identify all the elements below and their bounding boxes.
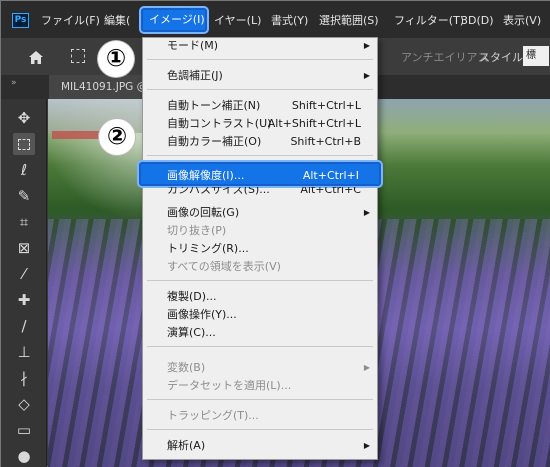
healing-brush-tool-icon[interactable]: ✚ (13, 289, 35, 311)
menu-separator (147, 429, 373, 430)
menu-layer[interactable]: イヤー(L) (214, 10, 261, 32)
menu-item-analysis[interactable]: 解析(A) ▶ (143, 438, 377, 454)
menu-item-crop: 切り抜き(P) (167, 224, 227, 237)
submenu-arrow-icon: ▶ (363, 71, 370, 80)
menu-separator (147, 59, 373, 60)
menu-item-calculations[interactable]: 演算(C)... (143, 325, 377, 341)
menu-item-auto-color[interactable]: 自動カラー補正(O) Shift+Ctrl+B (143, 134, 377, 150)
menu-separator (147, 155, 373, 156)
blur-tool-icon[interactable]: ● (13, 445, 35, 467)
photoshop-window: Ps ファイル(F) 編集( イメージ(I) イヤー(L) 書式(Y) 選択範囲… (0, 0, 550, 467)
menu-item-mode[interactable]: モード(M) ▶ (143, 38, 377, 54)
step-2-callout: ② (99, 119, 135, 155)
step-1-callout: ① (98, 41, 134, 77)
menu-separator (147, 346, 373, 347)
menu-item-auto-contrast[interactable]: 自動コントラスト(U) Alt+Shift+Ctrl+L (143, 116, 377, 132)
frame-tool-icon[interactable]: ⊠ (13, 237, 35, 259)
image-menu-dropdown: モード(M) ▶ 色調補正(J) ▶ 自動トーン補正(N) Shift+Ctrl+L … (139, 37, 381, 460)
antialias-label: アンチエイリアス (401, 51, 489, 64)
menu-item-image-rotation[interactable]: 画像の回転(G) ▶ (143, 205, 377, 221)
submenu-arrow-icon: ▶ (363, 208, 370, 217)
menu-item-apply-image[interactable]: 画像操作(Y)... (143, 307, 377, 323)
history-brush-tool-icon[interactable]: ∤ (13, 367, 35, 389)
quick-select-tool-icon[interactable]: ✎ (13, 185, 35, 207)
menu-3d[interactable]: 3D(D) (461, 10, 494, 32)
menu-filter[interactable]: フィルター(T) (394, 10, 464, 32)
clone-stamp-tool-icon[interactable]: ⊥ (13, 341, 35, 363)
menu-item-canvas-size[interactable]: カンバスサイズ(S)... Alt+Ctrl+C (143, 187, 377, 197)
menu-image[interactable]: イメージ(I) (141, 8, 207, 32)
menu-item-image-size[interactable]: 画像解像度(I)... Alt+Ctrl+I (139, 162, 381, 186)
rectangular-marquee-icon[interactable] (71, 49, 85, 63)
gradient-tool-icon[interactable]: ▭ (13, 419, 35, 441)
lasso-tool-icon[interactable]: ℓ (13, 159, 35, 181)
menu-item-trap: トラッピング(T)... (167, 409, 259, 422)
menu-select[interactable]: 選択範囲(S) (319, 10, 379, 32)
menu-item-duplicate[interactable]: 複製(D)... (143, 289, 377, 305)
menu-type[interactable]: 書式(Y) (271, 10, 308, 32)
menu-separator (147, 280, 373, 281)
menu-item-adjustments[interactable]: 色調補正(J) ▶ (143, 68, 377, 84)
submenu-arrow-icon: ▶ (363, 441, 370, 450)
tools-panel: ✥ ℓ ✎ ⌗ ⊠ ⁄ ✚ ∕ ⊥ ∤ ◇ ▭ ● (1, 99, 47, 467)
photoshop-logo-icon: Ps (12, 13, 29, 28)
move-tool-icon[interactable]: ✥ (13, 107, 35, 129)
eraser-tool-icon[interactable]: ◇ (13, 393, 35, 415)
menu-view[interactable]: 表示(V) (503, 10, 541, 32)
menu-file[interactable]: ファイル(F) (41, 10, 100, 32)
menu-bar: Ps ファイル(F) 編集( イメージ(I) イヤー(L) 書式(Y) 選択範囲… (1, 1, 550, 37)
menu-item-trim[interactable]: トリミング(R)... (143, 241, 377, 257)
menu-separator (147, 399, 373, 400)
menu-item-reveal-all: すべての領域を表示(V) (167, 260, 281, 273)
home-icon[interactable] (29, 51, 43, 64)
menu-item-apply-data-set: データセットを適用(L)... (167, 379, 292, 392)
crop-tool-icon[interactable]: ⌗ (13, 211, 35, 233)
eyedropper-tool-icon[interactable]: ⁄ (13, 263, 35, 285)
menu-item-variables: 変数(B) ▶ (167, 361, 370, 374)
brush-tool-icon[interactable]: ∕ (13, 315, 35, 337)
menu-edit[interactable]: 編集( (104, 10, 130, 32)
submenu-arrow-icon: ▶ (363, 41, 370, 50)
style-select[interactable]: 標 (523, 46, 549, 66)
marquee-tool-icon[interactable] (13, 133, 35, 155)
collapse-panel-icon[interactable]: » (11, 78, 17, 88)
submenu-arrow-icon: ▶ (363, 363, 370, 372)
menu-separator (147, 89, 373, 90)
menu-item-auto-tone[interactable]: 自動トーン補正(N) Shift+Ctrl+L (143, 98, 377, 114)
